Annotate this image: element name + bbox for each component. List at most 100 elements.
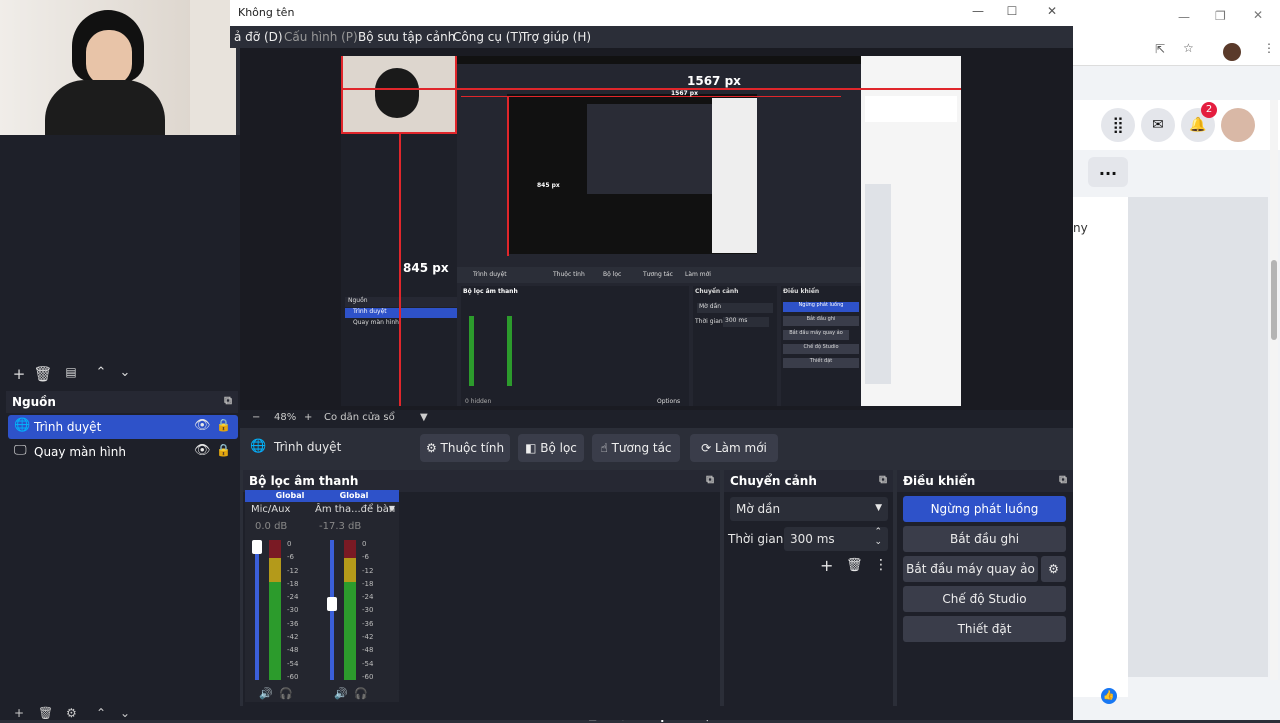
more-options-button[interactable]: ... bbox=[1088, 157, 1128, 187]
menu-grid-icon[interactable]: ⣿ bbox=[1101, 108, 1135, 142]
duration-spinbox[interactable]: 300 ms ⌃ ⌄ bbox=[784, 527, 888, 551]
settings-button[interactable]: Thiết đặt bbox=[903, 616, 1066, 642]
add-source-icon[interactable]: + bbox=[14, 706, 24, 720]
transitions-dock: Chuyển cảnh ⧉ Mờ dần ▼ Thời gian 300 ms … bbox=[724, 470, 893, 720]
inner-transitions: Chuyển cảnh Mờ dần Thời gian 300 ms bbox=[693, 286, 777, 406]
preview-canvas[interactable]: Nguồn Trình duyệt Quay màn hình Trình du… bbox=[341, 56, 961, 406]
move-down-icon[interactable]: ⌄ bbox=[120, 706, 130, 720]
virtual-camera-settings-icon[interactable]: ⚙ bbox=[1041, 556, 1066, 582]
restore-icon[interactable]: ❐ bbox=[1215, 9, 1226, 23]
guide-line-top bbox=[341, 88, 961, 90]
minimize-icon[interactable]: — bbox=[968, 4, 988, 18]
inner-guide-top bbox=[461, 96, 841, 97]
account-avatar[interactable] bbox=[1221, 108, 1255, 142]
menu-item-scene-collection[interactable]: Bộ sưu tập cảnh bbox=[358, 30, 455, 44]
menu-bar: ả đỡ (D) Cấu hình (P) Bộ sưu tập cảnh Cô… bbox=[230, 26, 1073, 48]
install-app-icon[interactable]: ⇱ bbox=[1155, 42, 1165, 56]
menu-item-profile[interactable]: Cấu hình (P) bbox=[284, 30, 358, 44]
scenes-list bbox=[6, 135, 238, 363]
context-source-name: Trình duyệt bbox=[274, 440, 342, 454]
monitor-icon[interactable]: 🎧 bbox=[279, 687, 293, 700]
browser-gray-panel bbox=[1128, 197, 1268, 677]
add-transition-icon[interactable]: + bbox=[820, 556, 833, 575]
popout-icon[interactable]: ⧉ bbox=[879, 473, 887, 487]
inner-controls-label: Điều khiển bbox=[783, 288, 820, 295]
speaker-icon[interactable]: 🔊 bbox=[259, 687, 273, 700]
mixer-title: Bộ lọc âm thanh bbox=[249, 474, 359, 488]
filters-label: Bộ lọc bbox=[540, 441, 577, 455]
minimize-icon[interactable]: — bbox=[1178, 10, 1190, 24]
filters-button[interactable]: ◧ Bộ lọc bbox=[518, 434, 584, 462]
meter-scale: 0 -6 -12 -18 -24 -30 -36 -42 -48 -54 -60 bbox=[287, 540, 299, 681]
menu-item-tools[interactable]: Công cụ (T) bbox=[453, 30, 522, 44]
messenger-icon[interactable]: ✉ bbox=[1141, 108, 1175, 142]
visibility-eye-icon[interactable]: 👁 bbox=[194, 443, 211, 458]
inner-browser bbox=[861, 56, 961, 406]
lock-icon[interactable]: 🔒 bbox=[216, 443, 231, 457]
global-badge: Global bbox=[309, 490, 399, 502]
source-item[interactable]: 🖵 Quay màn hình 👁 🔒 bbox=[8, 440, 238, 464]
scene-filter-icon[interactable]: ▤ bbox=[60, 365, 82, 379]
volume-slider[interactable] bbox=[255, 540, 259, 680]
title-bar: Không tên — ☐ ✕ bbox=[230, 0, 1073, 26]
lock-icon[interactable]: 🔒 bbox=[216, 418, 231, 432]
move-down-icon[interactable]: ⌄ bbox=[114, 365, 136, 380]
inner-btn-stop: Ngừng phát luồng bbox=[783, 302, 859, 312]
controls-dock: Điều khiển ⧉ Ngừng phát luồng Bắt đầu gh… bbox=[897, 470, 1073, 720]
inner-browser-gray bbox=[865, 184, 891, 384]
refresh-button[interactable]: ⟳ Làm mới bbox=[690, 434, 778, 462]
zoom-fit-select[interactable]: Co dãn cửa sổ bbox=[324, 412, 395, 423]
source-properties-icon[interactable]: ⚙ bbox=[66, 706, 77, 720]
menu-item-dock[interactable]: ả đỡ (D) bbox=[234, 30, 283, 44]
properties-button[interactable]: ⚙ Thuộc tính bbox=[420, 434, 510, 462]
duration-label: Thời gian bbox=[728, 532, 784, 546]
visibility-eye-icon[interactable]: 👁 bbox=[194, 418, 211, 433]
source-item[interactable]: 🌐 Trình duyệt 👁 🔒 bbox=[8, 415, 238, 439]
source-context-bar: 🌐 Trình duyệt ⚙ Thuộc tính ◧ Bộ lọc ☝ Tư… bbox=[240, 428, 1073, 466]
zoom-dropdown-icon[interactable]: ▼ bbox=[420, 412, 428, 423]
channel-menu-icon[interactable]: ▼ bbox=[389, 504, 395, 513]
profile-avatar[interactable] bbox=[1223, 43, 1241, 61]
menu-item-help[interactable]: Trợ giúp (H) bbox=[521, 30, 591, 44]
stop-streaming-button[interactable]: Ngừng phát luồng bbox=[903, 496, 1066, 522]
transition-select[interactable]: Mờ dần ▼ bbox=[730, 497, 888, 521]
inner-trans-select: Mờ dần bbox=[697, 303, 773, 313]
remove-source-icon[interactable]: 🗑 bbox=[38, 706, 53, 720]
add-scene-icon[interactable]: + bbox=[8, 365, 30, 383]
spin-up-icon[interactable]: ⌃ bbox=[874, 527, 882, 537]
volume-knob[interactable] bbox=[327, 596, 337, 611]
interact-button[interactable]: ☝ Tương tác bbox=[592, 434, 680, 462]
monitor-icon[interactable]: 🎧 bbox=[354, 687, 368, 700]
move-up-icon[interactable]: ⌃ bbox=[96, 706, 106, 720]
browser-scrollbar[interactable] bbox=[1270, 100, 1278, 680]
move-up-icon[interactable]: ⌃ bbox=[90, 365, 112, 380]
start-recording-button[interactable]: Bắt đầu ghi bbox=[903, 526, 1066, 552]
inner-obs-window: Trình duyệt Thuộc tính Bộ lọc Tương tác … bbox=[457, 64, 861, 406]
chrome-menu-icon[interactable]: ⋮ bbox=[1263, 41, 1275, 55]
speaker-icon[interactable]: 🔊 bbox=[334, 687, 348, 700]
popout-icon[interactable]: ⧉ bbox=[224, 394, 232, 408]
transition-value: Mờ dần bbox=[736, 502, 781, 516]
guide-line-cam-right bbox=[455, 56, 457, 132]
preview-area[interactable]: Nguồn Trình duyệt Quay màn hình Trình du… bbox=[240, 48, 1073, 410]
like-icon[interactable]: 👍 bbox=[1101, 688, 1117, 704]
volume-knob[interactable] bbox=[252, 540, 262, 554]
remove-scene-icon[interactable]: 🗑 bbox=[32, 365, 54, 383]
popout-icon[interactable]: ⧉ bbox=[1059, 473, 1067, 487]
popout-icon[interactable]: ⧉ bbox=[706, 473, 714, 487]
start-virtual-camera-button[interactable]: Bắt đầu máy quay ảo bbox=[903, 556, 1038, 582]
remove-transition-icon[interactable]: 🗑 bbox=[846, 558, 863, 573]
browser-content: ny bbox=[1073, 197, 1128, 697]
spin-down-icon[interactable]: ⌄ bbox=[874, 537, 882, 547]
zoom-value: 48% bbox=[274, 412, 297, 423]
inner-webcam-face bbox=[375, 68, 419, 118]
bookmark-star-icon[interactable]: ☆ bbox=[1183, 41, 1194, 55]
maximize-icon[interactable]: ☐ bbox=[1002, 4, 1022, 18]
studio-mode-button[interactable]: Chế độ Studio bbox=[903, 586, 1066, 612]
close-icon[interactable]: ✕ bbox=[1042, 4, 1062, 18]
duration-value: 300 ms bbox=[790, 532, 835, 546]
zoom-out-button[interactable]: − bbox=[252, 412, 260, 423]
close-icon[interactable]: ✕ bbox=[1253, 8, 1263, 22]
transition-menu-icon[interactable]: ⋮ bbox=[874, 557, 888, 573]
zoom-in-button[interactable]: + bbox=[304, 412, 312, 423]
